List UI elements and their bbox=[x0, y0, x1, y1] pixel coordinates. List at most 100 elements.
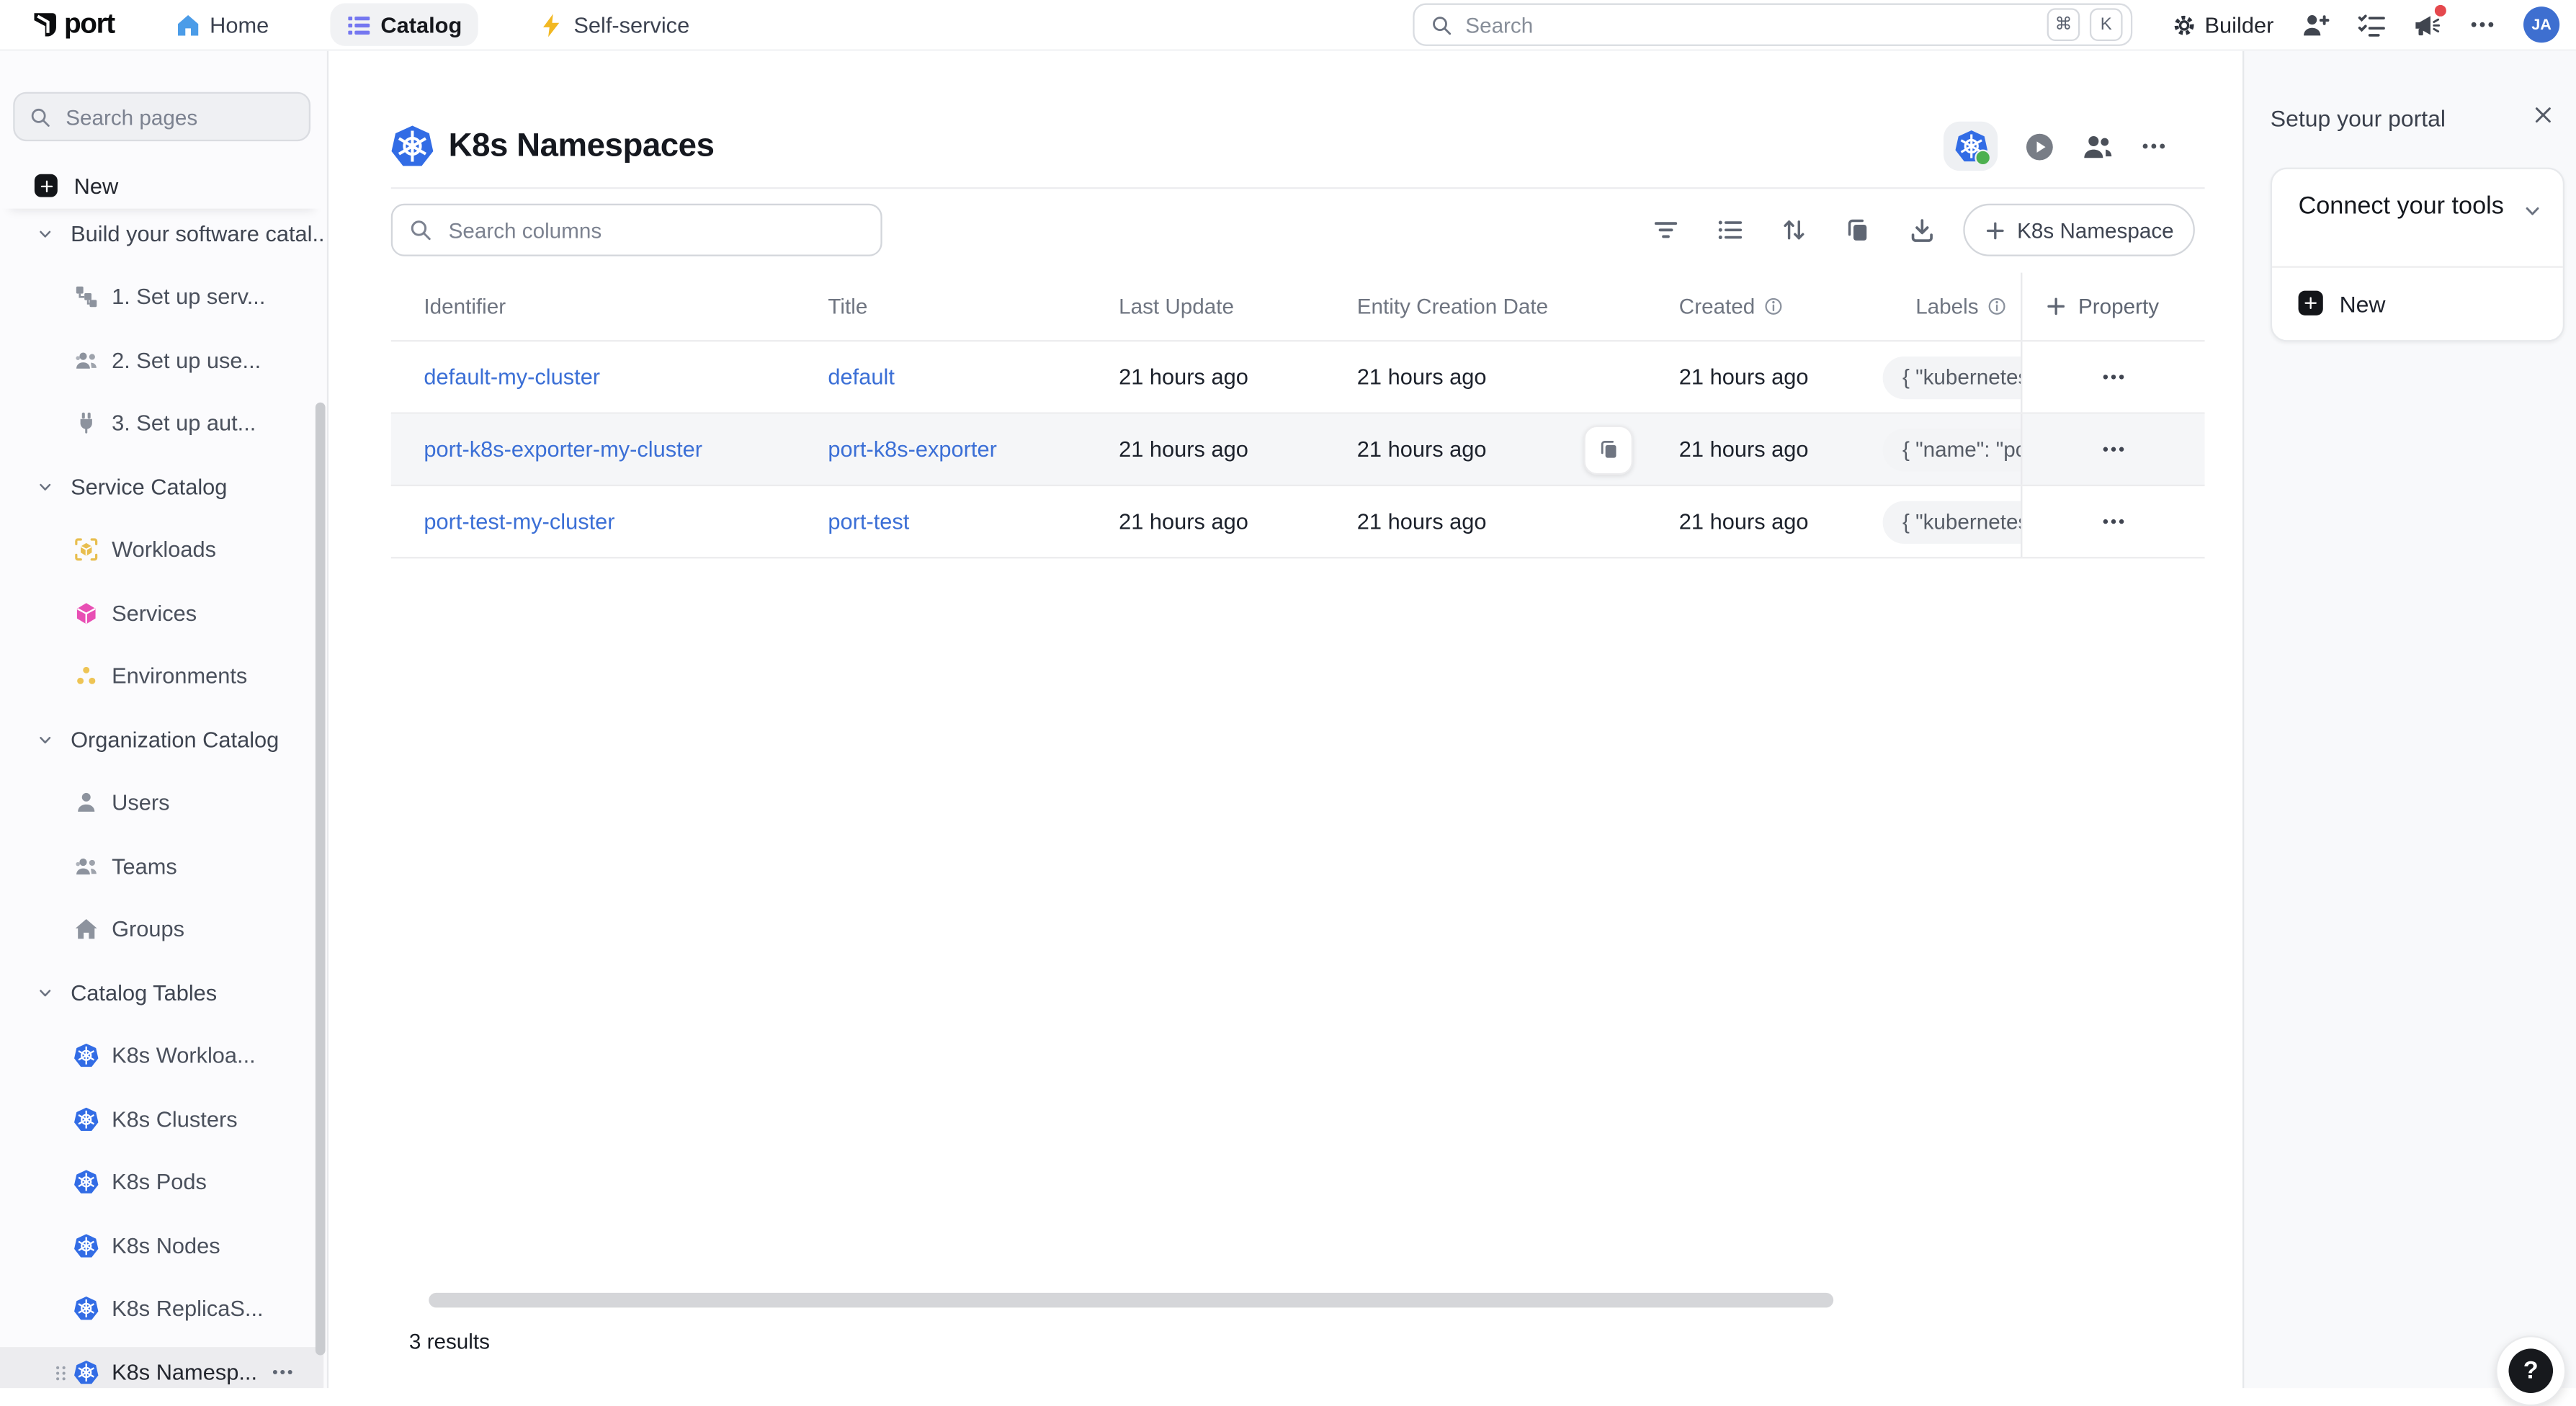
row-actions-button[interactable] bbox=[2022, 508, 2204, 536]
item-label: Environments bbox=[112, 663, 247, 688]
tab-self-service[interactable]: Self-service bbox=[523, 4, 706, 46]
port-logo[interactable]: port bbox=[33, 8, 115, 41]
sidebar-item-k8s-pods[interactable]: K8s Pods bbox=[0, 1158, 323, 1206]
person-add-icon bbox=[2302, 11, 2330, 39]
announcements-button[interactable] bbox=[2413, 11, 2441, 39]
run-button[interactable] bbox=[2026, 133, 2054, 161]
sidebar-item-environments[interactable]: Environments bbox=[0, 651, 323, 700]
sidebar-item-setup-automations[interactable]: 3. Set up aut... bbox=[0, 398, 323, 447]
sidebar-item-setup-users[interactable]: 2. Set up use... bbox=[0, 335, 323, 384]
title-link[interactable]: port-k8s-exporter bbox=[828, 437, 996, 462]
add-k8s-namespace-button[interactable]: K8s Namespace bbox=[1963, 204, 2195, 256]
ellipsis-icon bbox=[2141, 133, 2167, 159]
more-menu-button[interactable] bbox=[2469, 12, 2495, 37]
tab-home[interactable]: Home bbox=[158, 4, 285, 46]
setup-portal-panel: Setup your portal Connect your tools New bbox=[2242, 49, 2576, 1388]
sort-button[interactable] bbox=[1781, 217, 1807, 243]
export-button[interactable] bbox=[1909, 217, 1935, 243]
search-columns[interactable] bbox=[391, 204, 882, 256]
item-label: K8s Clusters bbox=[112, 1106, 238, 1131]
sidebar-item-k8s-replicasets[interactable]: K8s ReplicaS... bbox=[0, 1284, 323, 1333]
cube-icon bbox=[74, 601, 99, 625]
sidebar-scrollbar[interactable] bbox=[316, 403, 326, 1356]
cmd-key: ⌘ bbox=[2047, 8, 2080, 41]
sidebar-section-build[interactable]: Build your software catal... bbox=[0, 209, 323, 258]
col-header-entity-creation-date[interactable]: Entity Creation Date bbox=[1324, 273, 1646, 341]
labels-chip[interactable]: { "kubernetes bbox=[1883, 500, 2021, 542]
add-property-button[interactable]: Property bbox=[2021, 273, 2204, 341]
audience-button[interactable] bbox=[2082, 130, 2113, 161]
sidebar-search-input[interactable] bbox=[63, 103, 295, 131]
sidebar-nav: Build your software catal... 1. Set up s… bbox=[0, 209, 323, 1388]
item-options-button[interactable] bbox=[271, 1359, 294, 1384]
copy-cell-button[interactable] bbox=[1584, 425, 1633, 474]
section-label: Catalog Tables bbox=[71, 980, 217, 1004]
row-actions-cell bbox=[2021, 414, 2204, 485]
item-label: Groups bbox=[112, 917, 184, 941]
results-count: 3 results bbox=[409, 1329, 490, 1353]
page-menu-button[interactable] bbox=[2141, 133, 2167, 159]
exporter-status-chip[interactable] bbox=[1944, 122, 1998, 171]
row-actions-cell bbox=[2021, 486, 2204, 557]
labels-chip[interactable]: { "kubernetes bbox=[1883, 356, 2021, 398]
col-header-identifier[interactable]: Identifier bbox=[391, 273, 795, 341]
sidebar-section-service-catalog[interactable]: Service Catalog bbox=[0, 462, 323, 511]
search-columns-input[interactable] bbox=[445, 216, 864, 244]
search-icon bbox=[30, 106, 51, 127]
help-button[interactable]: ? bbox=[2495, 1335, 2566, 1406]
row-actions-button[interactable] bbox=[2022, 363, 2204, 391]
manage-properties-button[interactable] bbox=[1845, 217, 1871, 243]
close-panel-button[interactable] bbox=[2531, 104, 2554, 127]
sidebar-section-catalog-tables[interactable]: Catalog Tables bbox=[0, 967, 323, 1016]
tab-catalog[interactable]: Catalog bbox=[330, 4, 478, 46]
checklist-button[interactable] bbox=[2358, 11, 2386, 39]
filter-button[interactable] bbox=[1653, 217, 1678, 243]
col-header-last-update[interactable]: Last Update bbox=[1086, 273, 1324, 341]
horizontal-scrollbar[interactable] bbox=[429, 1293, 1833, 1308]
sidebar-search[interactable] bbox=[13, 92, 310, 141]
sidebar-item-k8s-nodes[interactable]: K8s Nodes bbox=[0, 1220, 323, 1269]
col-header-title[interactable]: Title bbox=[795, 273, 1086, 341]
table-row: default-my-cluster default 21 hours ago … bbox=[391, 341, 2205, 413]
sidebar-item-setup-service[interactable]: 1. Set up serv... bbox=[0, 272, 323, 321]
sidebar-item-workloads[interactable]: Workloads bbox=[0, 525, 323, 574]
sidebar-item-groups[interactable]: Groups bbox=[0, 904, 323, 953]
close-icon bbox=[2531, 104, 2554, 127]
last-update-value: 21 hours ago bbox=[1086, 486, 1324, 557]
user-avatar[interactable]: JA bbox=[2523, 6, 2559, 42]
identifier-link[interactable]: port-test-my-cluster bbox=[424, 509, 614, 534]
page-header-actions bbox=[1944, 122, 2167, 171]
home-icon bbox=[175, 12, 200, 37]
title-link[interactable]: port-test bbox=[828, 509, 909, 534]
identifier-link[interactable]: default-my-cluster bbox=[424, 364, 600, 389]
panel-new-button[interactable]: New bbox=[2272, 266, 2563, 340]
col-header-created[interactable]: Created bbox=[1646, 273, 1882, 341]
col-header-labels[interactable]: Labels bbox=[1883, 273, 2021, 341]
sidebar-item-services[interactable]: Services bbox=[0, 588, 323, 637]
chevron-down-icon bbox=[36, 224, 54, 242]
group-by-button[interactable] bbox=[1717, 217, 1743, 243]
person-icon bbox=[74, 790, 99, 815]
sidebar-item-k8s-clusters[interactable]: K8s Clusters bbox=[0, 1094, 323, 1143]
sidebar-item-teams[interactable]: Teams bbox=[0, 841, 323, 890]
title-link[interactable]: default bbox=[828, 364, 894, 389]
invite-users-button[interactable] bbox=[2302, 11, 2330, 39]
cube-scan-icon bbox=[74, 537, 99, 562]
download-icon bbox=[1909, 217, 1935, 243]
global-search-input[interactable] bbox=[1462, 11, 2037, 39]
identifier-link[interactable]: port-k8s-exporter-my-cluster bbox=[424, 437, 702, 462]
sidebar-section-organization-catalog[interactable]: Organization Catalog bbox=[0, 715, 323, 764]
global-search[interactable]: ⌘ K bbox=[1413, 4, 2132, 46]
chevron-down-icon bbox=[36, 730, 54, 748]
connect-tools-toggle[interactable]: Connect your tools bbox=[2272, 169, 2563, 267]
row-actions-button[interactable] bbox=[2022, 435, 2204, 463]
drag-handle-icon[interactable] bbox=[51, 1359, 71, 1384]
kubernetes-icon bbox=[74, 1170, 99, 1194]
labels-chip[interactable]: { "name": "por bbox=[1883, 428, 2021, 470]
sidebar-item-users[interactable]: Users bbox=[0, 778, 323, 827]
sidebar-item-k8s-workloads[interactable]: K8s Workloa... bbox=[0, 1031, 323, 1080]
sidebar-item-k8s-namespaces[interactable]: K8s Namesp... bbox=[0, 1347, 323, 1388]
sidebar-new-button[interactable]: New bbox=[0, 163, 323, 209]
builder-button[interactable]: Builder bbox=[2172, 12, 2273, 37]
sort-icon bbox=[1781, 217, 1807, 243]
